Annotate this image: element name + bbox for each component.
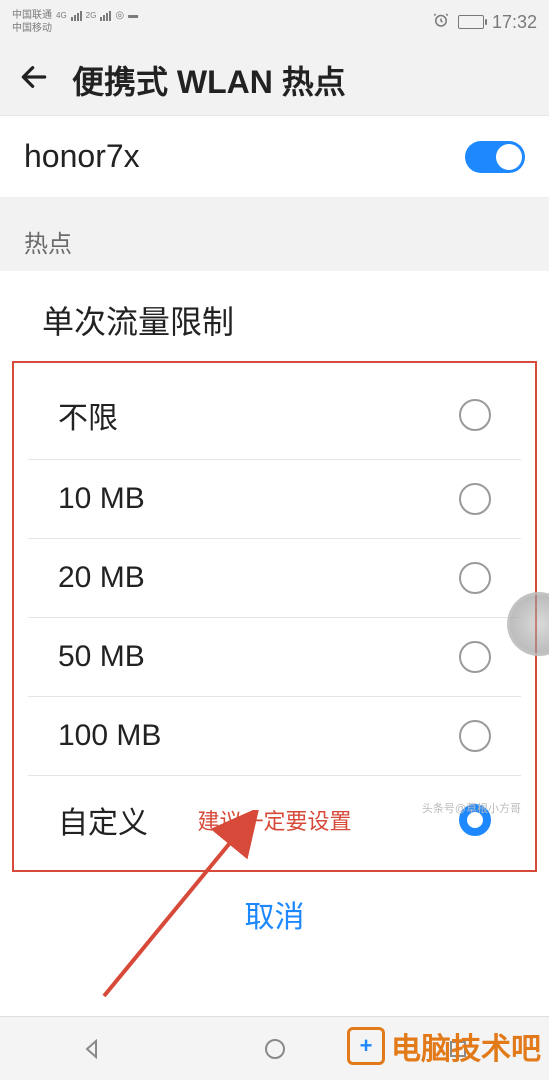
option-10mb[interactable]: 10 MB <box>28 460 521 539</box>
watermark-text: 电脑技术吧 <box>391 1024 541 1068</box>
option-label: 10 MB <box>58 482 145 516</box>
hotspot-icon: ◎ <box>115 10 124 22</box>
option-label: 100 MB <box>58 719 161 753</box>
cancel-button[interactable]: 取消 <box>0 872 549 962</box>
net1-label: 4G <box>56 10 67 22</box>
page-title: 便携式 WLAN 热点 <box>72 57 346 103</box>
option-unlimited[interactable]: 不限 <box>28 371 521 460</box>
radio-icon <box>459 641 491 673</box>
data-limit-dialog: 单次流量限制 不限 10 MB 20 MB 50 MB 100 MB <box>0 271 549 962</box>
option-50mb[interactable]: 50 MB <box>28 618 521 697</box>
status-right: 17:32 <box>432 11 537 34</box>
annotation-highlight-box: 不限 10 MB 20 MB 50 MB 100 MB 自定义 <box>12 361 537 872</box>
watermark-brand: + 电脑技术吧 <box>347 1024 541 1068</box>
option-custom[interactable]: 自定义 建议一定要设置 <box>28 776 521 864</box>
option-100mb[interactable]: 100 MB <box>28 697 521 776</box>
option-label: 不限 <box>58 393 118 437</box>
dialog-title: 单次流量限制 <box>0 271 549 361</box>
mini-watermark: 头条号@草根小方哥 <box>422 800 521 816</box>
status-carriers: 中国联通 4G 2G ◎ ▬ 中国移动 <box>12 10 138 35</box>
hotspot-row[interactable]: honor7x <box>0 116 549 198</box>
radio-icon <box>459 399 491 431</box>
radio-icon <box>459 720 491 752</box>
option-label: 50 MB <box>58 640 145 674</box>
card-icon: ▬ <box>128 10 138 22</box>
hotspot-toggle[interactable] <box>465 141 525 173</box>
hotspot-name: honor7x <box>24 138 140 175</box>
net2-label: 2G <box>86 10 97 22</box>
watermark-logo-icon: + <box>347 1027 385 1065</box>
signal-bars-1 <box>71 11 82 21</box>
nav-back-icon[interactable] <box>78 1035 106 1063</box>
annotation-hint-text: 建议一定要设置 <box>197 804 351 836</box>
radio-icon <box>459 483 491 515</box>
radio-icon <box>459 562 491 594</box>
signal-bars-2 <box>100 11 111 21</box>
option-20mb[interactable]: 20 MB <box>28 539 521 618</box>
clock-time: 17:32 <box>492 12 537 33</box>
carrier1-label: 中国联通 <box>12 10 52 22</box>
toggle-knob <box>496 144 522 170</box>
app-header: 便携式 WLAN 热点 <box>0 44 549 116</box>
option-label: 自定义 <box>58 798 148 842</box>
carrier2-label: 中国移动 <box>12 23 52 35</box>
back-icon[interactable] <box>18 61 50 98</box>
battery-icon <box>458 15 484 29</box>
nav-home-icon[interactable] <box>261 1035 289 1063</box>
status-bar: 中国联通 4G 2G ◎ ▬ 中国移动 17:32 <box>0 0 549 44</box>
option-label: 20 MB <box>58 561 145 595</box>
section-header: 热点 <box>0 198 549 271</box>
alarm-icon <box>432 11 450 34</box>
